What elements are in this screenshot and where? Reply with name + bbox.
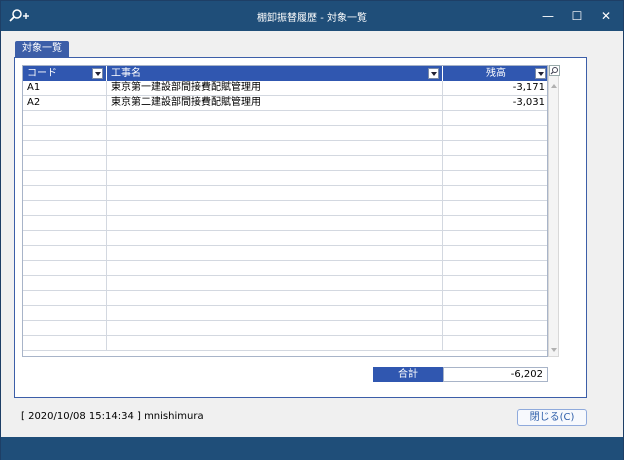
cell-empty (107, 141, 443, 156)
chevron-down-icon[interactable] (428, 68, 439, 79)
cell-empty (23, 321, 107, 336)
cell-empty (443, 231, 547, 246)
cell-empty (443, 291, 547, 306)
grid-scrollbar[interactable] (548, 65, 559, 357)
cell-empty (23, 171, 107, 186)
cell-empty (107, 186, 443, 201)
cell-balance: -3,031 (512, 97, 545, 108)
column-header-label: 残高 (486, 68, 506, 79)
table-row-empty[interactable] (23, 126, 547, 141)
cell-empty (443, 201, 547, 216)
cell-code: A2 (23, 96, 107, 111)
cell-empty (107, 201, 443, 216)
main-window: 棚卸振替履歴 - 対象一覧 — ☐ ✕ 対象一覧 コード 工事名 残高 A1 東… (0, 0, 624, 460)
cell-empty (107, 306, 443, 321)
table-row-empty[interactable] (23, 201, 547, 216)
table-row-empty[interactable] (23, 336, 547, 351)
table-row-empty[interactable] (23, 261, 547, 276)
table-row-empty[interactable] (23, 246, 547, 261)
table-row[interactable]: A2 東京第二建設部間接費配賦管理用 -3,031 (23, 96, 547, 111)
window-title: 棚卸振替履歴 - 対象一覧 (257, 13, 367, 24)
table-row-empty[interactable] (23, 291, 547, 306)
data-grid: コード 工事名 残高 A1 東京第一建設部間接費配賦管理用 -3,171 A2 … (22, 65, 548, 357)
column-header-code[interactable]: コード (23, 66, 107, 81)
column-header-label: コード (27, 68, 57, 79)
cell-empty (107, 216, 443, 231)
status-text: [ 2020/10/08 15:14:34 ] mnishimura (21, 411, 204, 422)
column-header-balance[interactable]: 残高 (443, 66, 547, 81)
table-row-empty[interactable] (23, 321, 547, 336)
cell-empty (23, 216, 107, 231)
cell-empty (23, 156, 107, 171)
cell-empty (23, 141, 107, 156)
cell-empty (443, 261, 547, 276)
cell-code: A1 (23, 81, 107, 96)
cell-empty (443, 141, 547, 156)
close-window-button[interactable]: ✕ (597, 7, 615, 25)
cell-name: 東京第一建設部間接費配賦管理用 (107, 81, 443, 96)
total-value: -6,202 (443, 367, 548, 382)
cell-empty (23, 306, 107, 321)
magnifier-icon[interactable] (549, 65, 560, 76)
cell-empty (443, 156, 547, 171)
cell-balance: -3,171 (512, 82, 545, 93)
chevron-down-icon[interactable] (535, 68, 546, 79)
cell-empty (443, 111, 547, 126)
table-row-empty[interactable] (23, 156, 547, 171)
cell-empty (23, 291, 107, 306)
cell-empty (443, 336, 547, 351)
cell-empty (23, 201, 107, 216)
tab-target-list[interactable]: 対象一覧 (15, 41, 69, 57)
bottom-bar (1, 437, 623, 460)
cell-empty (23, 246, 107, 261)
cell-empty (107, 231, 443, 246)
cell-empty (23, 336, 107, 351)
grid-header: コード 工事名 残高 (23, 66, 547, 81)
cell-empty (107, 126, 443, 141)
cell-empty (107, 111, 443, 126)
table-row[interactable]: A1 東京第一建設部間接費配賦管理用 -3,171 (23, 81, 547, 96)
cell-empty (107, 321, 443, 336)
table-row-empty[interactable] (23, 231, 547, 246)
table-row-empty[interactable] (23, 306, 547, 321)
column-header-name[interactable]: 工事名 (107, 66, 443, 81)
cell-empty (443, 276, 547, 291)
column-header-label: 工事名 (111, 68, 141, 79)
cell-empty (23, 186, 107, 201)
cell-empty (107, 171, 443, 186)
chevron-down-icon[interactable] (92, 68, 103, 79)
maximize-button[interactable]: ☐ (568, 7, 586, 25)
cell-empty (443, 246, 547, 261)
cell-name: 東京第二建設部間接費配賦管理用 (107, 96, 443, 111)
scroll-down-icon[interactable] (551, 348, 557, 352)
table-row-empty[interactable] (23, 171, 547, 186)
minimize-button[interactable]: — (539, 7, 557, 25)
cell-empty (107, 261, 443, 276)
table-row-empty[interactable] (23, 141, 547, 156)
cell-empty (107, 291, 443, 306)
table-row-empty[interactable] (23, 111, 547, 126)
cell-empty (23, 261, 107, 276)
cell-empty (23, 111, 107, 126)
cell-empty (107, 246, 443, 261)
cell-empty (443, 186, 547, 201)
cell-empty (443, 171, 547, 186)
table-row-empty[interactable] (23, 186, 547, 201)
table-row-empty[interactable] (23, 216, 547, 231)
cell-empty (107, 276, 443, 291)
scroll-up-icon[interactable] (551, 84, 557, 88)
total-label: 合計 (373, 367, 443, 382)
cell-empty (23, 276, 107, 291)
cell-empty (443, 126, 547, 141)
cell-empty (23, 231, 107, 246)
cell-empty (443, 216, 547, 231)
cell-empty (107, 336, 443, 351)
cell-empty (23, 126, 107, 141)
cell-empty (107, 156, 443, 171)
table-row-empty[interactable] (23, 276, 547, 291)
cell-empty (443, 306, 547, 321)
cell-empty (443, 321, 547, 336)
close-button[interactable]: 閉じる(C) (517, 409, 587, 426)
title-bar: 棚卸振替履歴 - 対象一覧 — ☐ ✕ (1, 1, 623, 31)
